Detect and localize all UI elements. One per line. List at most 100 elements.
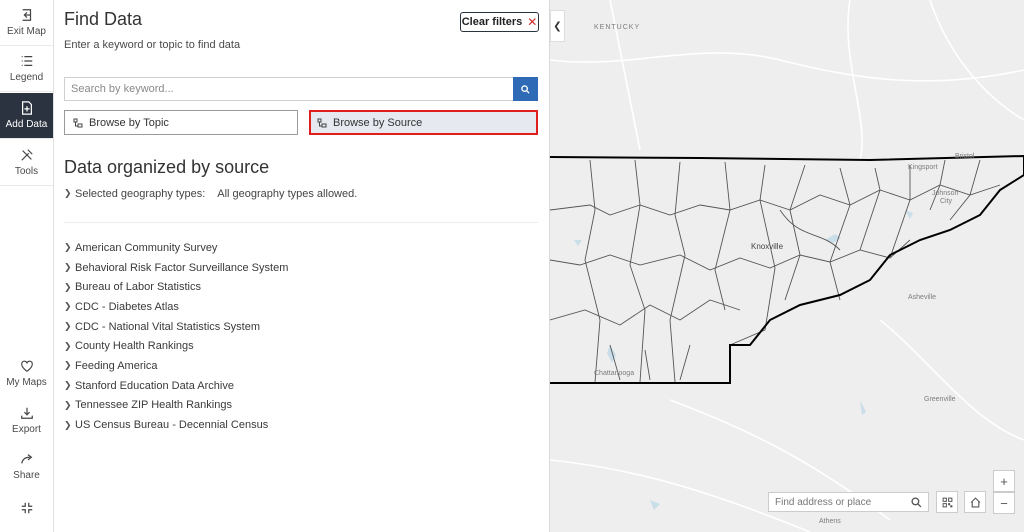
my-maps-label: My Maps [6,376,47,388]
share-icon [20,453,32,464]
source-item[interactable]: ❯ Behavioral Risk Factor Surveillance Sys… [64,258,288,278]
map-label-kentucky: KENTUCKY [594,24,641,31]
qr-code-icon [942,497,952,507]
source-label: Bureau of Labor Statistics [75,281,201,294]
source-item[interactable]: ❯ Stanford Education Data Archive [64,376,288,396]
zoom-out-button[interactable]: − [993,492,1015,514]
share-button[interactable]: Share [0,443,53,489]
map-label-bristol: Bristol [955,153,975,160]
source-label: CDC - Diabetes Atlas [75,300,179,313]
close-icon: ✕ [527,15,538,29]
clear-filters-button[interactable]: Clear filters ✕ [460,12,539,32]
search-button[interactable] [513,77,538,101]
chevron-right-icon: ❯ [64,380,72,391]
add-data-label: Add Data [5,119,48,130]
source-item[interactable]: ❯ CDC - National Vital Statistics System [64,317,288,337]
basemap [550,0,1024,532]
source-item[interactable]: ❯ Feeding America [64,356,288,376]
tools-button[interactable]: Tools [0,140,53,186]
tools-label: Tools [14,166,39,177]
search-icon [521,84,530,94]
search-icon[interactable] [907,496,922,508]
chevron-right-icon: ❯ [64,340,72,351]
home-icon [970,496,980,507]
exit-map-button[interactable]: Exit Map [0,0,53,46]
section-title: Data organized by source [64,157,270,177]
share-label: Share [13,469,40,481]
chevron-left-icon: ❮ [553,20,562,32]
download-icon [20,407,33,419]
source-label: County Health Rankings [75,340,194,353]
source-item[interactable]: ❯ American Community Survey [64,238,288,258]
tools-icon [20,149,33,161]
browse-by-topic-button[interactable]: Browse by Topic [64,110,298,135]
exit-map-label: Exit Map [7,26,46,37]
source-label: US Census Bureau - Decennial Census [75,419,269,432]
collapse-rail-button[interactable] [0,490,53,530]
chevron-right-icon: ❯ [64,281,72,292]
list-icon [21,55,32,67]
chevron-right-icon: ❯ [64,262,72,273]
map-label-chattanooga: Chattanooga [594,370,635,377]
source-label: CDC - National Vital Statistics System [75,320,261,333]
collapse-panel-button[interactable]: ❮ [550,10,565,42]
geography-label: Selected geography types: [75,188,206,200]
map-label-city: City [940,198,953,205]
left-rail: Exit Map Legend Add Data Tools My Maps E… [0,0,54,532]
map-label-asheville: Asheville [908,294,937,301]
source-label: Tennessee ZIP Health Rankings [75,399,232,412]
chevron-right-icon: ❯ [64,242,72,253]
keyword-search [64,77,538,101]
panel-title: Find Data [64,9,143,29]
add-data-button[interactable]: Add Data [0,93,53,139]
legend-label: Legend [9,72,44,83]
geography-filter-row[interactable]: ❯ Selected geography types: All geograph… [64,188,357,200]
source-item[interactable]: ❯ County Health Rankings [64,336,288,356]
hierarchy-icon [317,118,327,127]
chevron-right-icon: ❯ [64,301,72,312]
map-label-kingsport: Kingsport [908,164,938,171]
source-list: ❯ American Community Survey ❯ Behavioral R… [64,238,288,435]
add-data-icon [21,101,32,115]
source-item[interactable]: ❯ US Census Bureau - Decennial Census [64,415,288,435]
browse-by-topic-label: Browse by Topic [89,116,169,129]
map-label-greenville: Greenville [924,396,956,403]
source-label: Behavioral Risk Factor Surveillance Syst… [75,261,289,274]
minimize-icon [21,502,32,514]
source-label: Feeding America [75,359,158,372]
source-item[interactable]: ❯ Bureau of Labor Statistics [64,277,288,297]
my-maps-button[interactable]: My Maps [0,350,53,396]
home-button[interactable] [964,491,986,513]
export-label: Export [12,423,41,435]
search-input[interactable] [64,77,514,101]
address-search-input[interactable] [769,496,907,508]
hierarchy-icon [73,118,83,127]
source-label: Stanford Education Data Archive [75,379,234,392]
chevron-right-icon: ❯ [64,188,72,198]
divider [64,222,538,223]
panel-subtitle: Enter a keyword or topic to find data [64,39,241,51]
map-label-johnson: Johnson [932,190,959,197]
chevron-right-icon: ❯ [64,399,72,410]
source-item[interactable]: ❯ Tennessee ZIP Health Rankings [64,396,288,416]
map-search [768,492,929,512]
source-label: American Community Survey [75,241,218,254]
clear-filters-label: Clear filters [461,16,523,28]
exit-icon [22,9,31,21]
chevron-right-icon: ❯ [64,419,72,430]
find-data-panel: Find Data Enter a keyword or topic to fi… [54,0,550,532]
map-label-athens: Athens [819,518,841,525]
chevron-right-icon: ❯ [64,321,72,332]
zoom-in-label: + [1000,473,1008,489]
zoom-in-button[interactable]: + [993,470,1015,492]
browse-by-source-button[interactable]: Browse by Source [309,110,538,135]
export-button[interactable]: Export [0,397,53,443]
qr-code-button[interactable] [936,491,958,513]
browse-by-source-label: Browse by Source [333,116,423,129]
legend-button[interactable]: Legend [0,46,53,92]
heart-icon [20,360,33,372]
map-label-knoxville: Knoxville [751,242,784,251]
geography-value: All geography types allowed. [217,188,358,200]
map-view[interactable]: KENTUCKY Bristol Kingsport Johnson City … [550,0,1024,532]
source-item[interactable]: ❯ CDC - Diabetes Atlas [64,297,288,317]
